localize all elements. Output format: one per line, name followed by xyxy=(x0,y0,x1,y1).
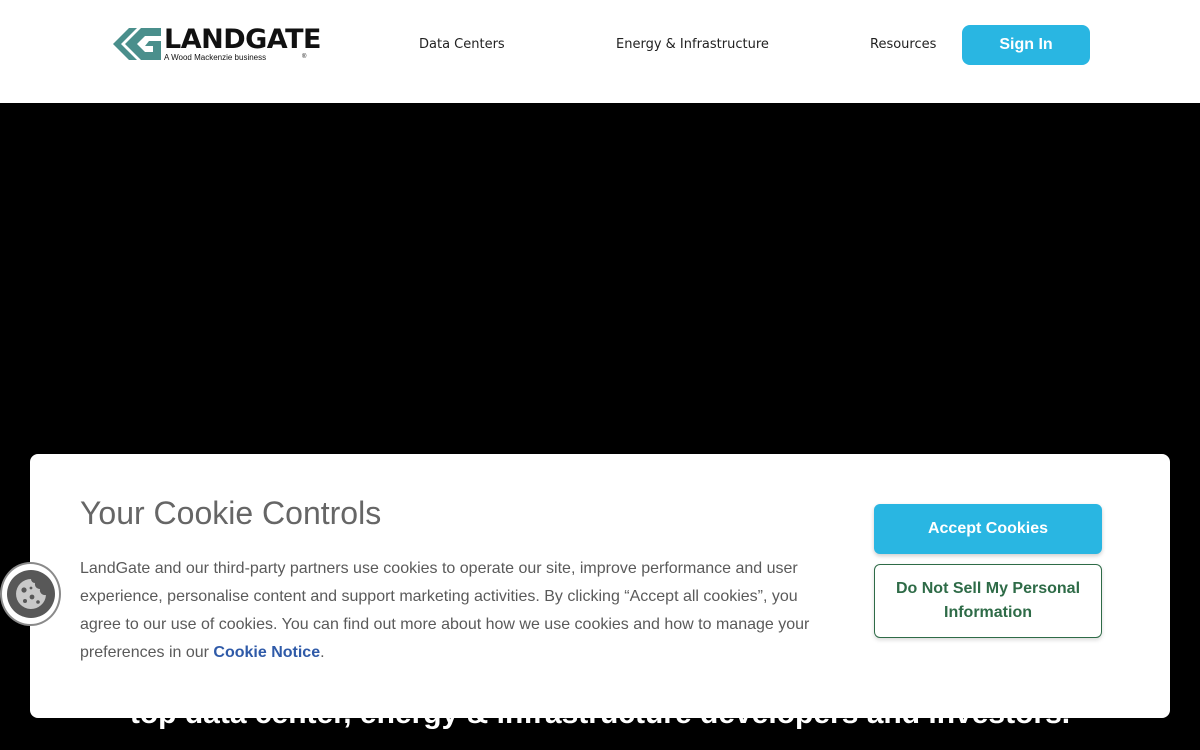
nav-resources[interactable]: Resources xyxy=(870,37,936,52)
cookie-dialog-title: Your Cookie Controls xyxy=(80,495,382,531)
cookie-settings-button[interactable] xyxy=(0,562,61,626)
logo-tagline: A Wood Mackenzie business xyxy=(164,53,267,62)
sign-in-button[interactable]: Sign In xyxy=(962,25,1090,65)
do-not-sell-button[interactable]: Do Not Sell My Personal Information xyxy=(874,564,1102,638)
nav-data-centers[interactable]: Data Centers xyxy=(419,37,505,52)
cookie-notice-link[interactable]: Cookie Notice xyxy=(213,644,320,661)
landgate-logo-icon xyxy=(113,28,161,60)
accept-cookies-button[interactable]: Accept Cookies xyxy=(874,504,1102,554)
landgate-logo[interactable]: LANDGATE A Wood Mackenzie business ® xyxy=(113,26,321,62)
site-header: LANDGATE A Wood Mackenzie business ® Dat… xyxy=(0,0,1200,103)
cookie-dialog-body: LandGate and our third-party partners us… xyxy=(80,555,830,667)
nav-energy-infrastructure[interactable]: Energy & Infrastructure xyxy=(616,37,769,52)
cookie-icon xyxy=(6,570,55,618)
cookie-body-text: LandGate and our third-party partners us… xyxy=(80,560,810,661)
cookie-body-end: . xyxy=(320,644,325,661)
logo-wordmark: LANDGATE xyxy=(164,24,321,55)
cookie-dialog: Your Cookie Controls LandGate and our th… xyxy=(30,454,1170,718)
logo-registered: ® xyxy=(302,54,307,60)
